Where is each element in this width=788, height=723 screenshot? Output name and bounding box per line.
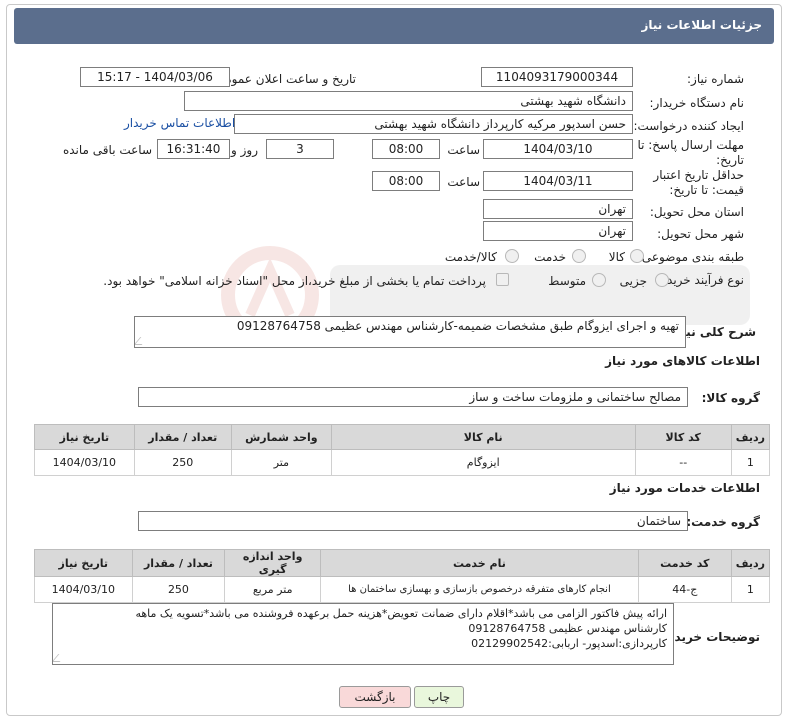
services-table-header: ردیف کد خدمت نام خدمت واحد اندازه گیری ت… xyxy=(34,549,771,577)
treasury-payment-note: پرداخت تمام یا بخشی از مبلغ خرید،از محل … xyxy=(103,274,486,288)
resize-grip-icon[interactable] xyxy=(135,337,149,345)
announce-label: تاریخ و ساعت اعلان عمومی: xyxy=(211,72,356,86)
remaining-days-field[interactable]: 3 xyxy=(266,139,334,159)
table-row[interactable]: 1 -- ایزوگام متر 250 1404/03/10 xyxy=(34,449,771,476)
remaining-time-label: ساعت باقی مانده xyxy=(62,143,152,157)
row-number: 1 xyxy=(730,449,771,476)
col-row-number: ردیف xyxy=(730,424,771,450)
table-row[interactable]: 1 ج-44 انجام کارهای متفرقه درخصوص بازساز… xyxy=(34,576,771,603)
process-type-label: نوع فرآیند خرید : xyxy=(659,273,744,287)
category-goods-service-label: کالا/خدمت xyxy=(444,250,497,264)
category-goods-service-radio[interactable] xyxy=(505,249,519,263)
description-text: تهیه و اجرای ایزوگام طبق مشخصات ضمیمه-کا… xyxy=(236,319,679,333)
goods-section-title: اطلاعات کالاهای مورد نیاز xyxy=(605,354,760,368)
row-number: 1 xyxy=(730,576,771,603)
services-group-label: گروه خدمت: xyxy=(686,515,760,529)
validity-time-field[interactable]: 08:00 xyxy=(372,171,440,191)
buyer-notes-textarea[interactable]: ارائه پیش فاکتور الزامی می باشد*اقلام دا… xyxy=(52,603,674,665)
category-service-label: خدمت xyxy=(534,250,566,264)
service-code: ج-44 xyxy=(637,576,732,603)
need-date: 1404/03/10 xyxy=(34,576,133,603)
need-number-field[interactable]: 1104093179000344 xyxy=(481,67,633,87)
category-goods-radio[interactable] xyxy=(630,249,644,263)
buyer-notes-line: کارپردازی:اسدپور- اربابی:02129902542 xyxy=(471,637,667,650)
process-medium-radio[interactable] xyxy=(592,273,606,287)
goods-group-field[interactable]: مصالح ساختمانی و ملزومات ساخت و ساز xyxy=(138,387,688,407)
goods-table-header: ردیف کد کالا نام کالا واحد شمارش تعداد /… xyxy=(34,424,771,450)
buyer-org-label: نام دستگاه خریدار: xyxy=(649,96,745,110)
announce-datetime-field[interactable]: 1404/03/06 - 15:17 xyxy=(80,67,230,87)
col-quantity: تعداد / مقدار xyxy=(133,424,232,450)
service-name: انجام کارهای متفرقه درخصوص بازسازی و بهس… xyxy=(319,576,639,603)
city-label: شهر محل تحویل: xyxy=(657,227,744,241)
deadline-time-label: ساعت xyxy=(447,143,480,157)
services-table: ردیف کد خدمت نام خدمت واحد اندازه گیری ت… xyxy=(34,549,771,603)
col-goods-name: نام کالا xyxy=(330,424,636,450)
resize-grip-icon[interactable] xyxy=(53,654,67,662)
days-label: روز و xyxy=(231,143,258,157)
print-button[interactable]: چاپ xyxy=(414,686,464,708)
need-number-label: شماره نیاز: xyxy=(687,72,744,86)
col-service-code: کد خدمت xyxy=(637,549,732,577)
buyer-contact-link[interactable]: اطلاعات تماس خریدار xyxy=(124,116,235,130)
treasury-payment-checkbox[interactable] xyxy=(496,273,509,286)
creator-label: ایجاد کننده درخواست: xyxy=(633,119,744,133)
unit: متر xyxy=(230,449,332,476)
buyer-org-field[interactable]: دانشگاه شهید بهشتی xyxy=(184,91,633,111)
process-minor-label: جزیی xyxy=(619,274,647,288)
goods-group-label: گروه کالا: xyxy=(701,391,760,405)
col-unit: واحد شمارش xyxy=(230,424,332,450)
col-row-number: ردیف xyxy=(730,549,771,577)
page-header: جزئیات اطلاعات نیاز xyxy=(14,8,774,44)
process-medium-label: متوسط xyxy=(548,274,586,288)
quantity: 250 xyxy=(133,449,232,476)
goods-code: -- xyxy=(634,449,732,476)
description-textarea[interactable]: تهیه و اجرای ایزوگام طبق مشخصات ضمیمه-کا… xyxy=(134,316,686,348)
category-label: طبقه بندی موضوعی: xyxy=(637,250,744,264)
col-service-name: نام خدمت xyxy=(319,549,639,577)
city-field[interactable]: تهران xyxy=(483,221,633,241)
deadline-time-field[interactable]: 08:00 xyxy=(372,139,440,159)
process-minor-radio[interactable] xyxy=(655,273,669,287)
col-need-date: تاریخ نیاز xyxy=(34,549,133,577)
validity-time-label: ساعت xyxy=(447,175,480,189)
col-quantity: تعداد / مقدار xyxy=(131,549,226,577)
province-label: استان محل تحویل: xyxy=(649,205,744,219)
validity-date-field[interactable]: 1404/03/11 xyxy=(483,171,633,191)
services-group-field[interactable]: ساختمان xyxy=(138,511,688,531)
category-goods-label: کالا xyxy=(608,250,625,264)
quantity: 250 xyxy=(131,576,226,603)
back-button[interactable]: بازگشت xyxy=(339,686,411,708)
deadline-date-field[interactable]: 1404/03/10 xyxy=(483,139,633,159)
buyer-notes-line: کارشناس مهندس عظیمی 09128764758 xyxy=(468,622,667,635)
deadline-label: مهلت ارسال پاسخ: تا تاریخ: xyxy=(637,138,744,167)
goods-name: ایزوگام xyxy=(330,449,636,476)
creator-field[interactable]: حسن اسدپور مرکیه کارپرداز دانشگاه شهید ب… xyxy=(234,114,633,134)
goods-table: ردیف کد کالا نام کالا واحد شمارش تعداد /… xyxy=(34,424,771,476)
province-field[interactable]: تهران xyxy=(483,199,633,219)
services-section-title: اطلاعات خدمات مورد نیاز xyxy=(609,481,760,495)
remaining-time-field[interactable]: 16:31:40 xyxy=(157,139,230,159)
need-date: 1404/03/10 xyxy=(34,449,135,476)
col-need-date: تاریخ نیاز xyxy=(34,424,135,450)
page-title: جزئیات اطلاعات نیاز xyxy=(641,18,762,32)
buyer-notes-line: ارائه پیش فاکتور الزامی می باشد*اقلام دا… xyxy=(135,607,667,620)
measure-unit: متر مربع xyxy=(224,576,321,603)
validity-label: حداقل تاریخ اعتبار قیمت: تا تاریخ: xyxy=(653,168,744,197)
category-service-radio[interactable] xyxy=(572,249,586,263)
col-goods-code: کد کالا xyxy=(634,424,732,450)
col-measure-unit: واحد اندازه گیری xyxy=(224,549,321,577)
